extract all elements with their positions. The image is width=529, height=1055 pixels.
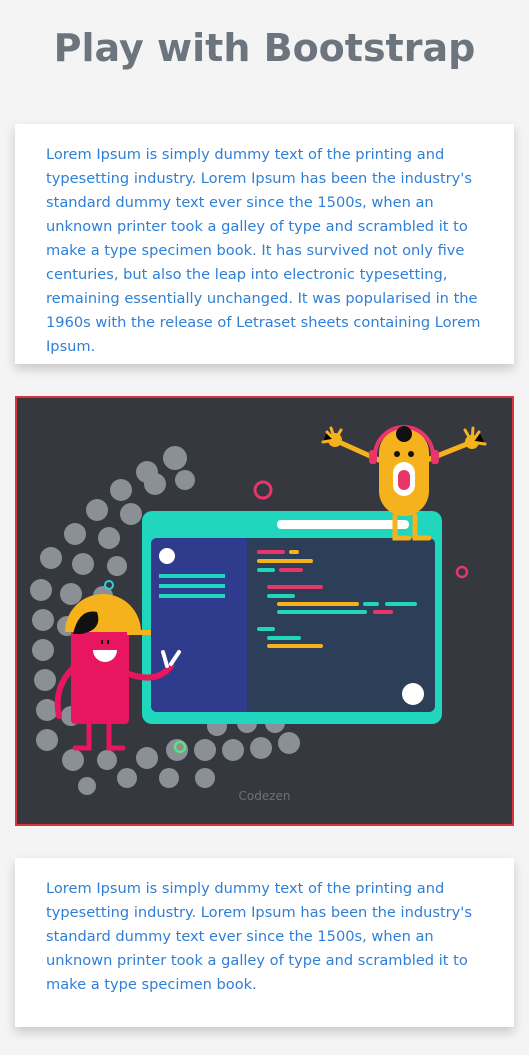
card-paragraph: Lorem Ipsum is simply dummy text of the … (46, 146, 481, 355)
card-paragraph: Lorem Ipsum is simply dummy text of the … (46, 880, 472, 993)
coding-illustration-icon (30, 425, 487, 795)
illustration-card: Codezen (15, 396, 514, 826)
code-window (142, 511, 442, 724)
illustration-caption: Codezen (238, 789, 291, 803)
text-card-bottom: Lorem Ipsum is simply dummy text of the … (15, 858, 514, 1027)
ring-cyan (104, 580, 114, 590)
ring-pink-large (253, 480, 273, 500)
ring-pink-small (455, 565, 469, 579)
text-card-top: Lorem Ipsum is simply dummy text of the … (15, 124, 514, 364)
page-title: Play with Bootstrap (53, 26, 476, 70)
